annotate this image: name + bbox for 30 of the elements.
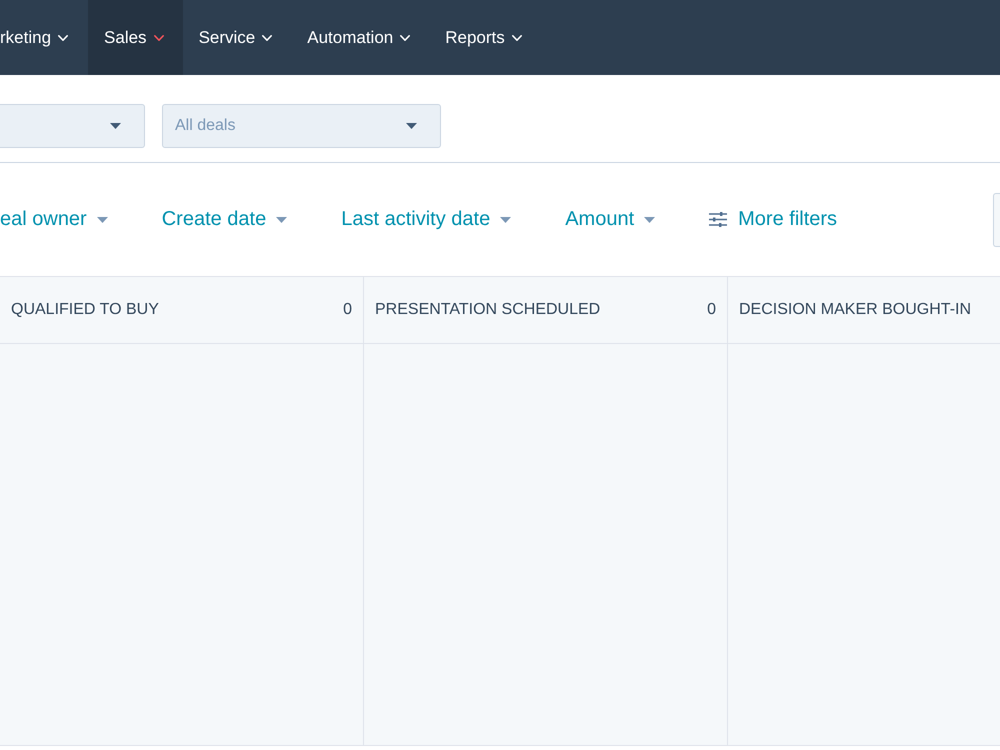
filter-dropdown[interactable]: Amount (565, 208, 656, 231)
nav-menu-item[interactable]: Sales (88, 0, 183, 75)
dropdown[interactable] (0, 104, 145, 148)
sliders-icon (709, 212, 728, 227)
chevron-icon (58, 34, 68, 40)
caret-icon (96, 216, 108, 222)
stage-count: 0 (707, 301, 716, 319)
toolbar-button[interactable] (993, 192, 1000, 246)
caret-icon (406, 123, 417, 129)
stage-name: PRESENTATION SCHEDULED (375, 301, 600, 319)
chevron-icon (400, 34, 410, 40)
caret-icon (500, 216, 512, 222)
caret-icon (644, 216, 656, 222)
filter-dropdown[interactable]: Last activity date (341, 208, 512, 231)
nav-menu-item[interactable]: rketing (0, 0, 88, 75)
more-filters-button[interactable]: More filters (709, 208, 838, 231)
dropdown[interactable]: All deals (162, 104, 441, 148)
chevron-icon (512, 34, 522, 40)
nav-menu-item[interactable]: Reports (429, 0, 541, 75)
nav-menu-item[interactable]: Automation (291, 0, 430, 75)
filter-dropdown[interactable]: eal owner (0, 208, 108, 231)
stage-count: 0 (343, 301, 352, 319)
nav-menu-item[interactable]: Service (182, 0, 292, 75)
stage-name: DECISION MAKER BOUGHT-IN (739, 301, 972, 319)
filter-dropdown[interactable]: Create date (162, 208, 288, 231)
caret-icon (276, 216, 288, 222)
chevron-icon (262, 34, 272, 40)
stage-name: QUALIFIED TO BUY (11, 301, 159, 319)
chevron-icon (154, 34, 164, 40)
caret-icon (110, 123, 121, 129)
